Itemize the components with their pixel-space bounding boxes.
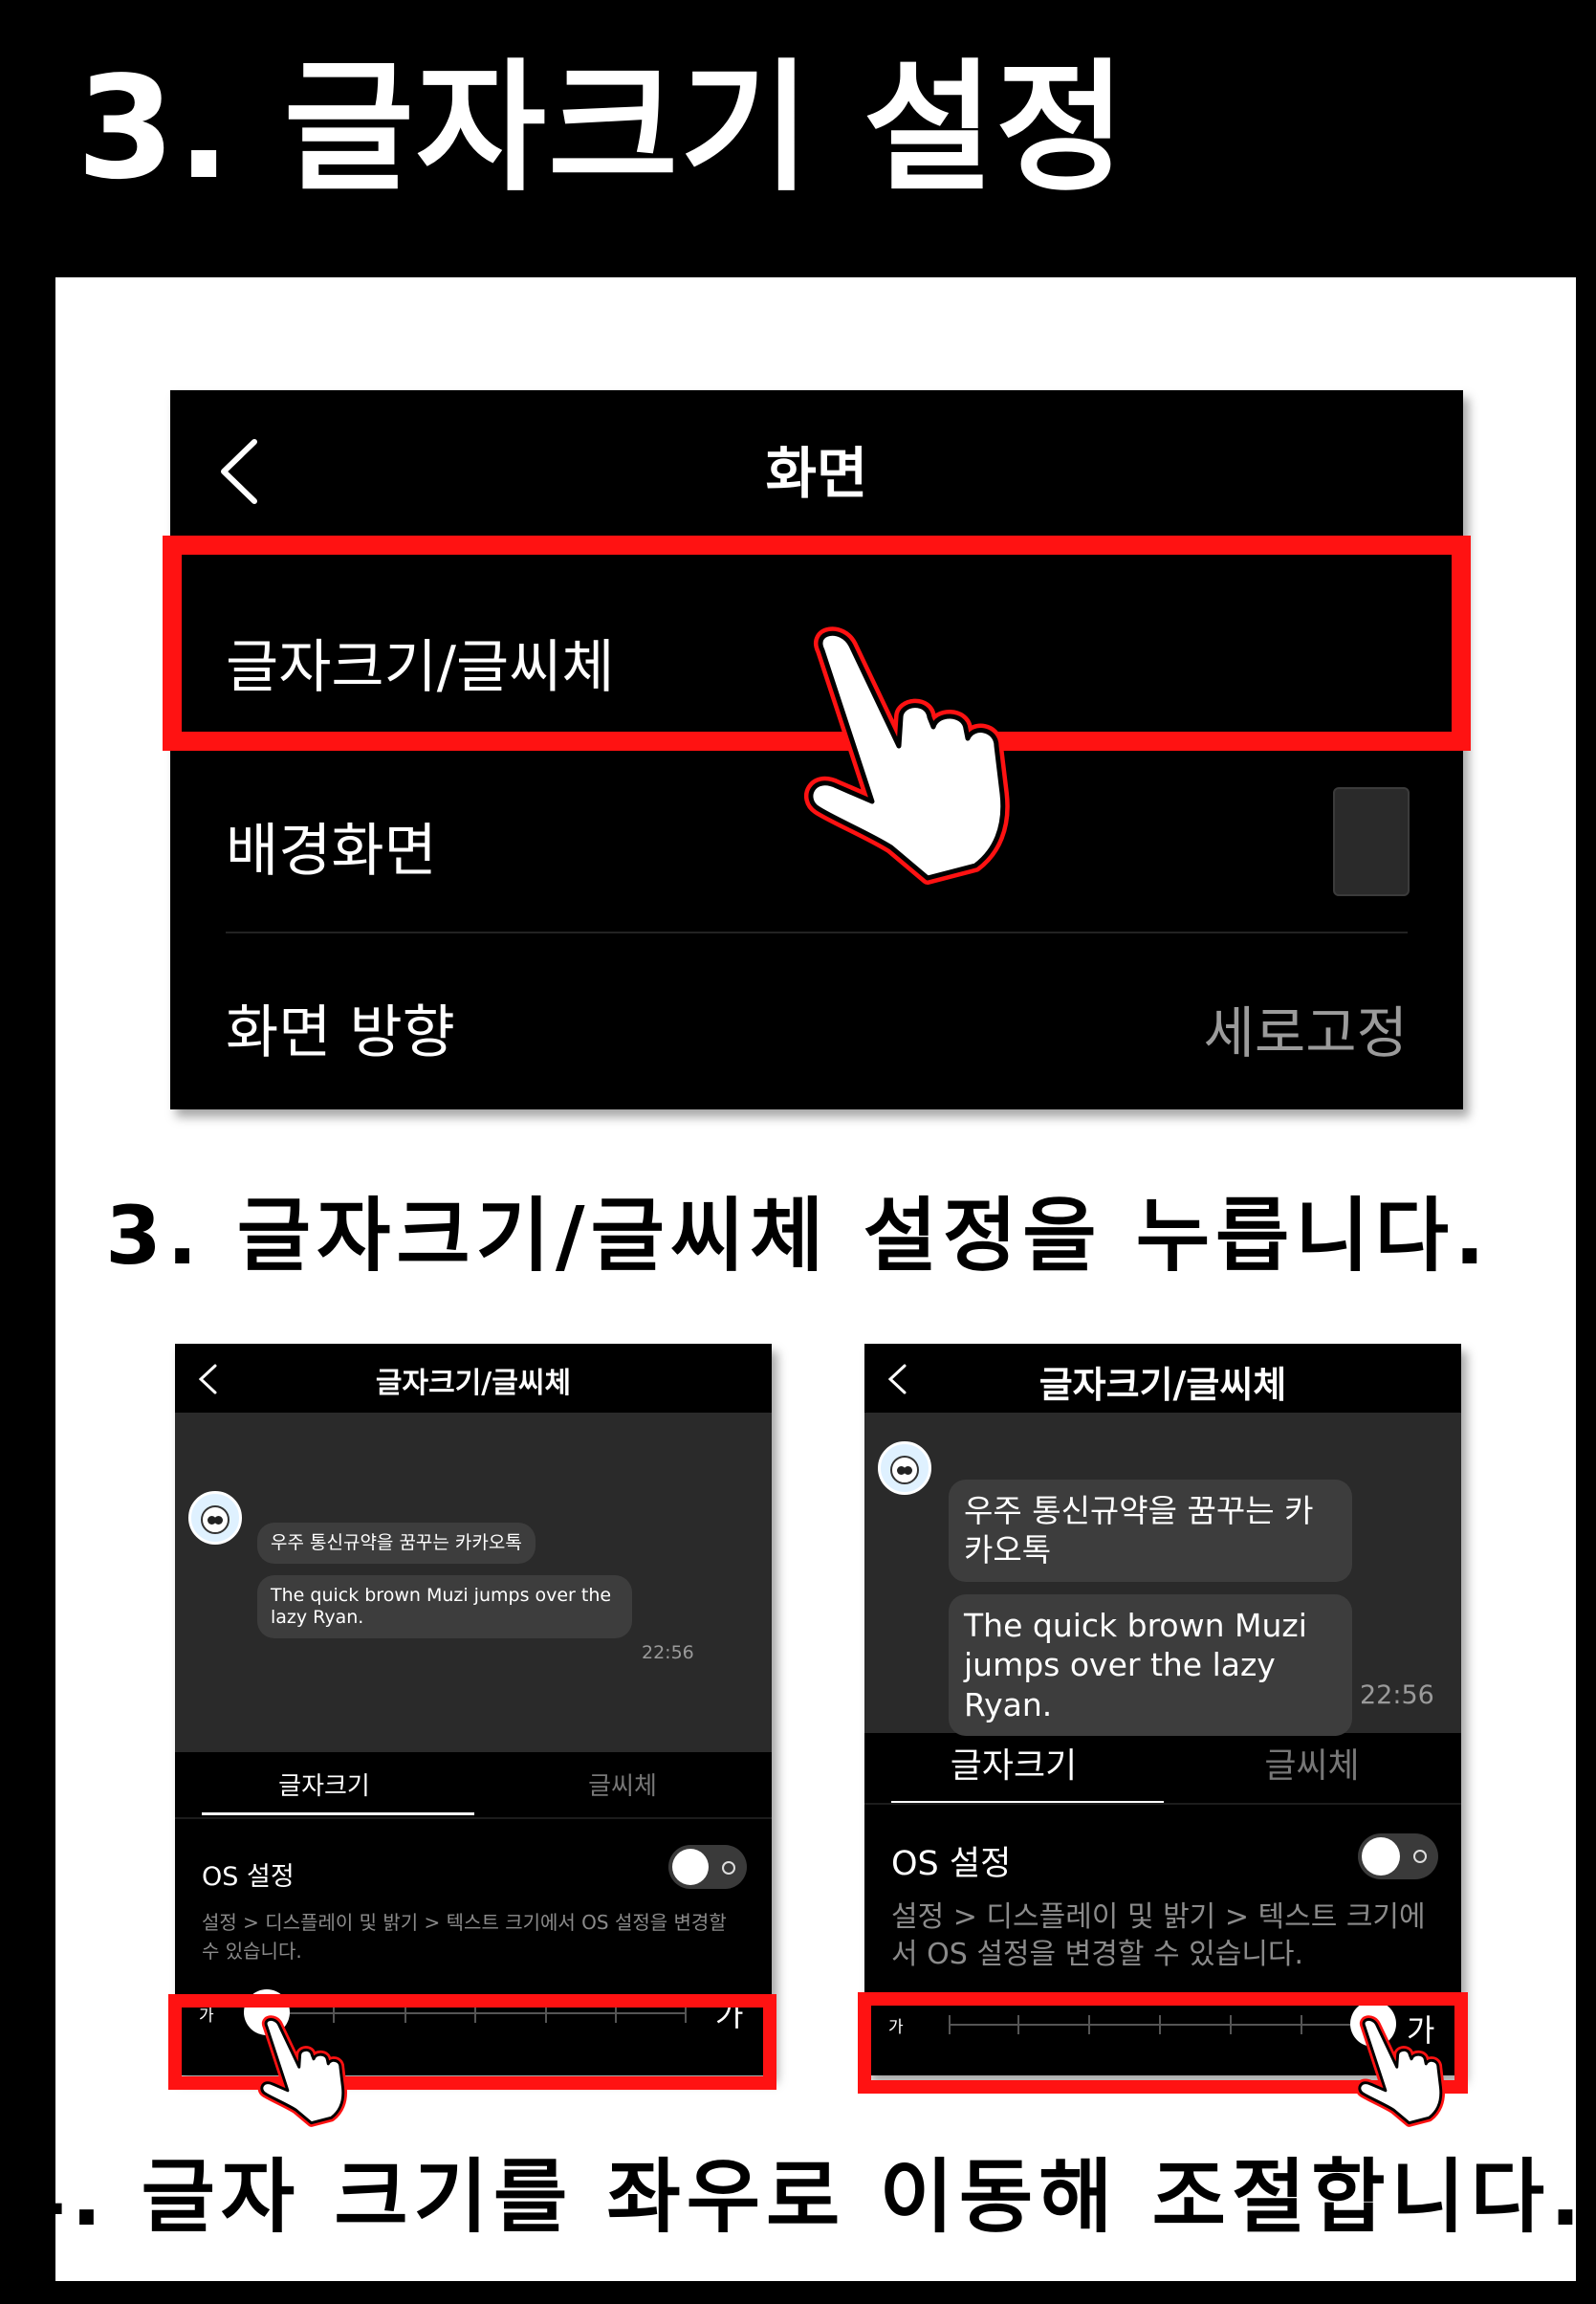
font-size-screen-small: 글자크기/글씨체 우주 통신규약을 꿈꾸는 카카오톡 The quick bro…: [175, 1344, 772, 2075]
screen-header: 글자크기/글씨체: [864, 1344, 1461, 1413]
avatar: [878, 1441, 931, 1495]
pointing-hand-icon: [804, 626, 1010, 885]
tutorial-page: 3. 글자크기 설정 화면 글자크기/글씨체 배경화면 화면 방향 세로고정 3…: [0, 0, 1596, 2304]
tab-bar: 글자크기 글씨체: [864, 1738, 1461, 1805]
os-setting-description: 설정 > 디스플레이 및 밝기 > 텍스트 크기에서 OS 설정을 변경할 수 …: [202, 1911, 727, 1963]
os-setting-label: OS 설정: [891, 1845, 1012, 1883]
wallpaper-thumbnail: [1333, 787, 1410, 896]
tab-bar: 글자크기 글씨체: [175, 1765, 772, 1822]
chat-bubble: 우주 통신규약을 꿈꾸는 카카오톡: [257, 1523, 536, 1564]
row-divider: [226, 932, 1408, 933]
page-heading: 3. 글자크기 설정: [77, 46, 1128, 210]
chat-preview: 우주 통신규약을 꿈꾸는 카카오톡 The quick brown Muzi j…: [864, 1413, 1461, 1736]
tab-font-size[interactable]: 글자크기: [175, 1765, 473, 1809]
screen-title: 글자크기/글씨체: [1038, 1364, 1287, 1406]
tab-font[interactable]: 글씨체: [1163, 1738, 1461, 1795]
tab-font[interactable]: 글씨체: [473, 1765, 772, 1809]
screen-title: 화면: [765, 441, 868, 506]
message-time: 22:56: [642, 1642, 694, 1663]
tab-font-size[interactable]: 글자크기: [864, 1738, 1163, 1795]
tab-separator: [175, 1817, 772, 1819]
screen-title: 글자크기/글씨체: [375, 1367, 572, 1400]
step3-caption: 3. 글자크기/글씨체 설정을 누릅니다.: [105, 1189, 1491, 1283]
screen-orientation-value: 세로고정: [1203, 1000, 1408, 1065]
pointing-hand-icon: [1355, 2015, 1446, 2127]
message-time: 22:56: [1360, 1680, 1434, 1710]
screen-header: 글자크기/글씨체: [175, 1344, 772, 1413]
os-setting-label: OS 설정: [202, 1862, 295, 1892]
active-tab-indicator: [202, 1812, 474, 1815]
font-size-screen-large: 글자크기/글씨체 우주 통신규약을 꿈꾸는 카카오톡 The quick bro…: [864, 1344, 1461, 2075]
pointing-hand-icon: [257, 2015, 348, 2127]
avatar: [188, 1491, 242, 1545]
toggle-switch-icon[interactable]: [668, 1845, 747, 1889]
chat-bubble: The quick brown Muzi jumps over the lazy…: [949, 1594, 1352, 1736]
tab-separator: [864, 1803, 1461, 1805]
toggle-switch-icon[interactable]: [1358, 1833, 1438, 1879]
chat-bubble: 우주 통신규약을 꿈꾸는 카카오톡: [949, 1480, 1352, 1582]
chat-preview: 우주 통신규약을 꿈꾸는 카카오톡 The quick brown Muzi j…: [175, 1413, 772, 1752]
chat-bubble: The quick brown Muzi jumps over the lazy…: [257, 1575, 632, 1638]
step4-caption: 4. 글자 크기를 좌우로 이동해 조절합니다.: [10, 2150, 1586, 2244]
os-setting-description: 설정 > 디스플레이 및 밝기 > 텍스트 크기에서 OS 설정을 변경할 수 …: [891, 1900, 1426, 1971]
